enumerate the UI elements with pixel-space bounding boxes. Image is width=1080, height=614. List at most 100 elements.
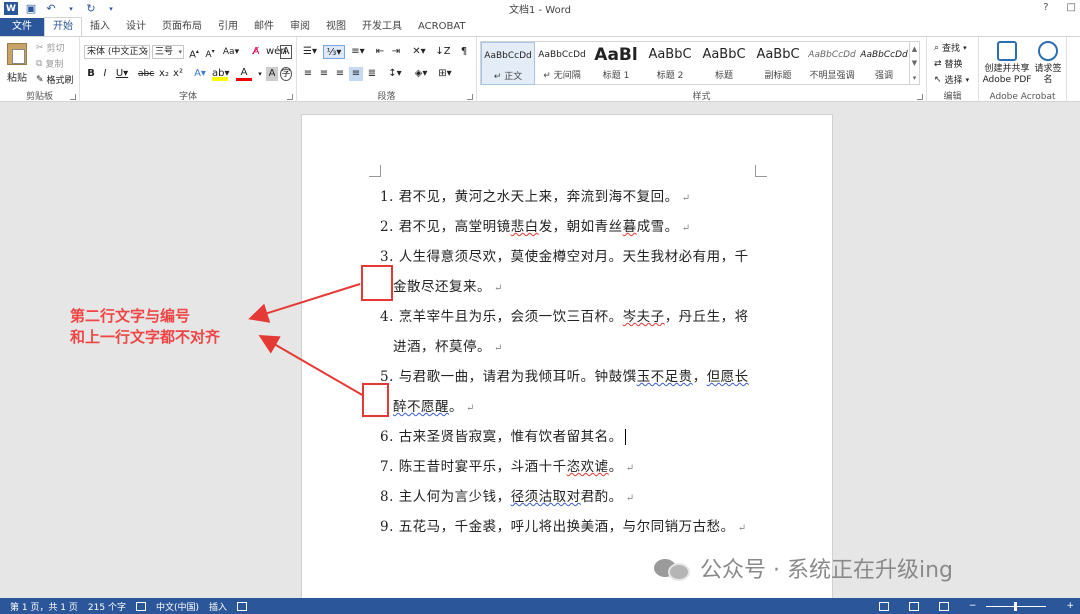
list-item-5-continuation[interactable]: 醉不愿醒。 ↵ bbox=[393, 395, 475, 415]
tab-insert[interactable]: 插入 bbox=[82, 18, 118, 36]
font-name-select[interactable]: 宋体 (中文正文 ▾ bbox=[84, 45, 150, 59]
tab-review[interactable]: 审阅 bbox=[282, 18, 318, 36]
select-button[interactable]: ↖ 选择 ▾ bbox=[934, 73, 969, 87]
font-color-dropdown[interactable]: ▾ bbox=[256, 67, 264, 81]
shading-button[interactable]: ◈▾ bbox=[411, 67, 431, 81]
copy-button[interactable]: ⧉ 复制 bbox=[36, 57, 63, 71]
redo-icon[interactable]: ↻ bbox=[84, 2, 98, 15]
style-normal[interactable]: AaBbCcDd ↵ 正文 bbox=[481, 42, 535, 85]
clipboard-launcher[interactable] bbox=[70, 94, 76, 100]
show-marks-button[interactable]: ¶ bbox=[457, 45, 471, 59]
strikethrough-button[interactable]: abc bbox=[138, 67, 154, 81]
tab-references[interactable]: 引用 bbox=[210, 18, 246, 36]
dropdown-icon[interactable]: ▾ bbox=[64, 3, 78, 15]
clear-format-icon[interactable]: A̸ bbox=[250, 45, 262, 59]
find-button[interactable]: ⌕ 查找 ▾ bbox=[934, 41, 967, 55]
word-count[interactable]: 215 个字 bbox=[88, 600, 126, 613]
customize-icon[interactable]: ▾ bbox=[104, 3, 118, 15]
superscript-button[interactable]: x² bbox=[172, 67, 184, 81]
zoom-in-icon[interactable]: + bbox=[1066, 601, 1074, 611]
increase-indent-button[interactable]: ⇥ bbox=[389, 45, 403, 59]
tab-layout[interactable]: 页面布局 bbox=[154, 18, 210, 36]
proofing-icon[interactable] bbox=[135, 601, 146, 611]
insert-mode[interactable]: 插入 bbox=[209, 600, 227, 613]
paragraph-launcher[interactable] bbox=[467, 94, 473, 100]
list-item-3-continuation[interactable]: 金散尽还复来。 ↵ bbox=[393, 275, 503, 295]
style-emphasis[interactable]: AaBbCcDd 强调 bbox=[859, 42, 909, 85]
enclose-char-icon[interactable]: 字 bbox=[280, 67, 292, 81]
tab-design[interactable]: 设计 bbox=[118, 18, 154, 36]
list-item-7[interactable]: 7. 陈王昔时宴平乐，斗酒十千恣欢谑。 ↵ bbox=[380, 455, 635, 475]
style-heading-1[interactable]: AaBl 标题 1 bbox=[589, 42, 643, 85]
request-sign-button[interactable]: 请求签名 bbox=[1034, 41, 1062, 86]
tab-developer[interactable]: 开发工具 bbox=[354, 18, 410, 36]
align-center-button[interactable]: ≡ bbox=[317, 67, 331, 81]
tab-home[interactable]: 开始 bbox=[44, 17, 82, 36]
read-mode-icon[interactable] bbox=[878, 601, 889, 611]
styles-scroll[interactable]: ▲ ▼ ▾ bbox=[909, 42, 919, 85]
style-title[interactable]: AaBbC 标题 bbox=[697, 42, 751, 85]
underline-button[interactable]: U▾ bbox=[114, 67, 130, 81]
zoom-out-icon[interactable]: − bbox=[969, 601, 977, 611]
font-color-button[interactable]: A bbox=[236, 67, 252, 81]
align-right-button[interactable]: ≡ bbox=[333, 67, 347, 81]
italic-button[interactable]: I bbox=[100, 67, 110, 81]
grow-font-button[interactable]: A▴ bbox=[188, 45, 200, 60]
document-page[interactable]: 1. 君不见，黄河之水天上来，奔流到海不复回。 ↵ 2. 君不见，高堂明镜悲白发，… bbox=[301, 114, 833, 598]
phonetic-icon[interactable]: wén bbox=[266, 45, 287, 59]
list-item-1[interactable]: 1. 君不见，黄河之水天上来，奔流到海不复回。 ↵ bbox=[380, 185, 691, 205]
list-item-2[interactable]: 2. 君不见，高堂明镜悲白发，朝如青丝暮成雪。 ↵ bbox=[380, 215, 691, 235]
print-layout-icon[interactable] bbox=[908, 601, 919, 611]
style-subtitle[interactable]: AaBbC 副标题 bbox=[751, 42, 805, 85]
line-spacing-button[interactable]: ↕▾ bbox=[385, 67, 405, 81]
shrink-font-button[interactable]: A▾ bbox=[204, 45, 216, 60]
language-indicator[interactable]: 中文(中国) bbox=[156, 600, 199, 613]
style-no-spacing[interactable]: AaBbCcDd ↵ 无间隔 bbox=[535, 42, 589, 85]
justify-button[interactable]: ≡ bbox=[349, 67, 363, 81]
distributed-button[interactable]: ≣ bbox=[365, 67, 379, 81]
save-icon[interactable]: ▣ bbox=[24, 2, 38, 15]
decrease-indent-button[interactable]: ⇤ bbox=[373, 45, 387, 59]
list-item-4-continuation[interactable]: 进酒，杯莫停。 ↵ bbox=[393, 335, 503, 355]
macro-icon[interactable] bbox=[237, 601, 247, 611]
format-painter-button[interactable]: ✎ 格式刷 bbox=[36, 73, 74, 87]
list-item-9[interactable]: 9. 五花马，千金裘，呼儿将出换美酒，与尔同销万古愁。 ↵ bbox=[380, 515, 747, 535]
bold-button[interactable]: B bbox=[86, 67, 96, 81]
tab-mailings[interactable]: 邮件 bbox=[246, 18, 282, 36]
list-item-4[interactable]: 4. 烹羊宰牛且为乐，会须一饮三百杯。岑夫子，丹丘生，将 bbox=[380, 305, 749, 325]
multilevel-list-button[interactable]: ≡▾ bbox=[349, 45, 367, 59]
borders-button[interactable]: ⊞▾ bbox=[435, 67, 455, 81]
zoom-slider[interactable] bbox=[986, 601, 1047, 611]
tab-file[interactable]: 文件 bbox=[0, 18, 44, 36]
ribbon-display-button[interactable]: □ bbox=[1067, 2, 1076, 13]
page-count[interactable]: 第 1 页，共 1 页 bbox=[10, 600, 78, 613]
help-button[interactable]: ? bbox=[1043, 2, 1048, 13]
font-launcher[interactable] bbox=[287, 94, 293, 100]
bullets-button[interactable]: ☰▾ bbox=[301, 45, 319, 59]
web-layout-icon[interactable] bbox=[938, 601, 949, 611]
align-left-button[interactable]: ≡ bbox=[301, 67, 315, 81]
highlight-button[interactable]: ab▾ bbox=[212, 67, 230, 81]
change-case-button[interactable]: Aa▾ bbox=[222, 45, 240, 59]
styles-launcher[interactable] bbox=[917, 94, 923, 100]
list-item-8[interactable]: 8. 主人何为言少钱，径须沽取对君酌。 ↵ bbox=[380, 485, 635, 505]
replace-button[interactable]: ⇄ 替换 bbox=[934, 57, 963, 71]
style-subtle-emphasis[interactable]: AaBbCcDd 不明显强调 bbox=[805, 42, 859, 85]
text-effects-button[interactable]: A▾ bbox=[192, 67, 208, 81]
style-heading-2[interactable]: AaBbC 标题 2 bbox=[643, 42, 697, 85]
subscript-button[interactable]: x₂ bbox=[158, 67, 170, 81]
list-item-3[interactable]: 3. 人生得意须尽欢，莫使金樽空对月。天生我材必有用，千 bbox=[380, 245, 749, 265]
cut-button[interactable]: ✂ 剪切 bbox=[36, 41, 65, 55]
char-border-icon[interactable]: A bbox=[280, 45, 292, 59]
undo-icon[interactable]: ↶ bbox=[44, 2, 58, 15]
tab-acrobat[interactable]: ACROBAT bbox=[410, 18, 474, 36]
chinese-layout-button[interactable]: ✕▾ bbox=[409, 45, 429, 59]
paste-button[interactable]: 粘贴 bbox=[4, 41, 30, 87]
list-item-5[interactable]: 5. 与君歌一曲，请君为我倾耳听。钟鼓馔玉不足贵，但愿长 bbox=[380, 365, 749, 385]
numbering-button[interactable]: ⅓▾ bbox=[323, 45, 345, 59]
create-pdf-button[interactable]: 创建并共享 Adobe PDF bbox=[982, 41, 1032, 86]
char-shading-icon[interactable]: A bbox=[266, 67, 278, 81]
list-item-6[interactable]: 6. 古来圣贤皆寂寞，惟有饮者留其名。 bbox=[380, 425, 631, 445]
tab-view[interactable]: 视图 bbox=[318, 18, 354, 36]
font-size-select[interactable]: 三号 ▾ bbox=[152, 45, 184, 59]
